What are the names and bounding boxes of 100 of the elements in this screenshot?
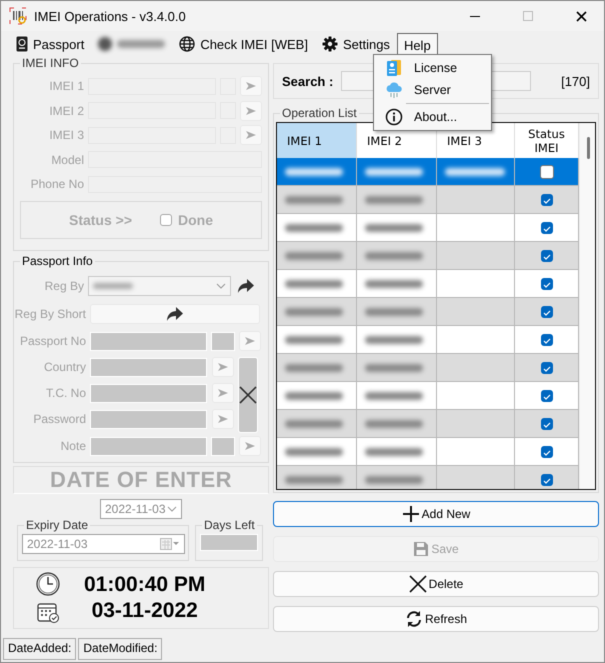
menu-entry[interactable]: Server [374,79,491,101]
check-icon [542,224,552,234]
section-heading: DATE OF ENTER [13,466,269,494]
checkbox[interactable] [540,222,552,234]
group-title: Passport Info [20,254,95,268]
arrow-icon [245,106,257,116]
blurred-value [445,168,505,176]
status-bar-field: DateAdded: [3,638,76,660]
action-button[interactable]: Add New [273,501,599,527]
blurred-value [365,252,423,260]
field-label: IMEI 1 [48,79,84,94]
chevron-down-icon [167,506,177,512]
group-title: Operation List [280,106,359,120]
send-button[interactable] [239,331,261,351]
checkbox[interactable] [540,250,552,262]
blurred-value [285,252,343,260]
share-button[interactable] [90,304,260,324]
field-label: Password [32,412,86,426]
gear-icon [322,36,338,52]
x-icon [408,575,427,593]
menu-item[interactable]: Passport [9,33,92,55]
blurred-value [365,168,423,176]
arrow-icon [217,388,229,398]
check-icon [542,448,552,458]
blurred-value [285,364,343,372]
checkbox[interactable] [540,446,552,458]
checkbox[interactable] [540,306,552,318]
field-label: Model [50,152,84,167]
license-icon [386,59,402,77]
blurred-value [365,336,423,344]
checkbox[interactable] [540,474,552,486]
action-button[interactable]: Refresh [273,606,599,632]
blurred-value [285,392,343,400]
blurred-value [365,476,423,484]
blurred-value [365,364,423,372]
clock-date: 03-11-2022 [92,598,198,624]
blurred-value [365,308,423,316]
action-button[interactable]: Delete [273,571,599,597]
blurred-value [285,168,343,176]
passport-icon [16,36,28,52]
x-icon [239,386,257,404]
checkbox[interactable] [540,390,552,402]
cloud-icon [385,81,403,99]
column-header[interactable]: IMEI 1 [277,123,357,158]
blurred-value [365,420,423,428]
field-label: Reg By [44,279,84,293]
field-label: Note [60,439,86,453]
checkbox[interactable] [540,362,552,374]
chevron-down-icon [216,283,226,289]
share-arrow-icon [237,278,255,294]
check-icon [542,336,552,346]
arrow-icon [244,336,256,346]
clear-button[interactable] [238,357,258,433]
blurred-value [365,448,423,456]
arrow-icon [217,362,229,372]
check-icon [542,476,552,486]
checkbox[interactable] [540,164,554,178]
blurred-value [285,224,343,232]
send-button[interactable] [212,409,234,429]
field-label: IMEI 2 [48,104,84,118]
blurred-value [285,476,343,484]
checkbox[interactable] [540,418,552,430]
menu-entry[interactable]: License [374,57,491,79]
floppy-icon [413,541,430,557]
arrow-icon [244,441,256,451]
blurred-value [365,392,423,400]
send-button[interactable] [212,357,234,377]
record-count: [170] [561,74,590,88]
blurred-value [365,224,423,232]
blurred-value [285,336,343,344]
field-label: Country [42,360,86,374]
send-button[interactable] [212,383,234,403]
send-button[interactable] [239,436,261,456]
check-icon [542,280,552,290]
check-icon [542,196,552,206]
send-button[interactable] [240,76,262,96]
arrow-icon [245,130,257,140]
field-label: Reg By Short [14,307,86,321]
check-icon [542,252,552,262]
clock-time: 01:00:40 PM [84,572,206,598]
share-arrow-icon [166,306,184,322]
arrow-icon [245,81,257,92]
field-label: Passport No [18,334,86,348]
blurred-value [285,448,343,456]
menu-item[interactable]: Check IMEI [WEB] [172,33,315,55]
plus-icon [402,505,420,523]
blurred-value [285,196,343,204]
search-label: Search : [282,74,334,88]
send-button[interactable] [240,125,262,146]
checkbox[interactable] [540,194,552,206]
group-title: Days Left [202,518,257,532]
info-icon [385,108,403,126]
input-field [200,534,258,551]
blurred-value [285,308,343,316]
check-icon [542,420,552,430]
checkbox[interactable] [540,278,552,290]
blurred-value [365,280,423,288]
send-button[interactable] [240,100,262,121]
check-icon [542,308,552,318]
checkbox[interactable] [540,334,552,346]
